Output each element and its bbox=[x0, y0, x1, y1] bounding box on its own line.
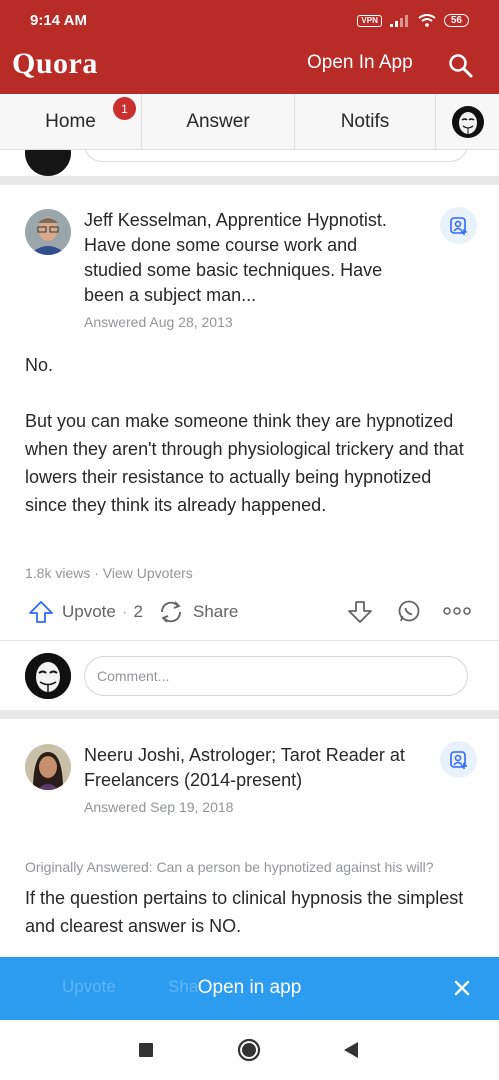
card-divider bbox=[0, 176, 499, 185]
battery-indicator: 56 bbox=[443, 14, 469, 27]
wifi-icon bbox=[418, 14, 436, 27]
vpn-indicator: VPN bbox=[357, 14, 382, 27]
profile-avatar bbox=[451, 106, 484, 138]
answer-action-bar: Upvote · 2 Share bbox=[0, 586, 499, 636]
recents-icon[interactable] bbox=[139, 1043, 153, 1057]
tab-notifs-label: Notifs bbox=[340, 111, 390, 132]
open-in-app-link[interactable]: Open In App bbox=[307, 52, 413, 74]
tab-answer-label: Answer bbox=[186, 111, 250, 132]
answer-date[interactable]: Answered Sep 19, 2018 bbox=[84, 799, 233, 815]
tab-notifs[interactable]: Notifs bbox=[295, 94, 436, 150]
open-in-app-button[interactable]: Open in app bbox=[0, 977, 499, 999]
upvote-count: 2 bbox=[133, 602, 144, 621]
upvote-button[interactable]: Upvote · 2 bbox=[28, 600, 143, 624]
share-label: Share bbox=[193, 602, 239, 621]
back-icon[interactable] bbox=[342, 1041, 360, 1059]
status-bar: 9:14 AM VPN 56 bbox=[0, 0, 499, 40]
follow-author-button[interactable] bbox=[440, 207, 477, 244]
comment-avatar[interactable] bbox=[25, 653, 71, 699]
add-person-icon bbox=[449, 216, 467, 235]
card-divider bbox=[0, 710, 499, 719]
dot-separator: · bbox=[121, 602, 128, 621]
previous-comment-row bbox=[0, 150, 499, 178]
more-options-icon[interactable] bbox=[443, 605, 471, 617]
author-avatar-jeff[interactable] bbox=[25, 209, 71, 255]
home-icon[interactable] bbox=[237, 1038, 261, 1062]
add-person-icon bbox=[449, 750, 467, 769]
follow-author-button[interactable] bbox=[440, 741, 477, 778]
comment-avatar-previous bbox=[25, 150, 71, 176]
open-in-app-banner[interactable]: Upvote Sha Open in app bbox=[0, 957, 499, 1020]
app-header: 9:14 AM VPN 56 Quora Open In App bbox=[0, 0, 499, 94]
author-credential[interactable]: Jeff Kesselman, Apprentice Hypnotist. Ha… bbox=[84, 208, 414, 308]
signal-icon bbox=[389, 14, 408, 27]
originally-answered[interactable]: Originally Answered: Can a person be hyp… bbox=[25, 859, 434, 875]
share-button[interactable]: Share bbox=[158, 600, 238, 624]
system-nav-bar bbox=[0, 1020, 499, 1080]
share-icon bbox=[161, 601, 181, 623]
author-avatar-neeru[interactable] bbox=[25, 744, 71, 790]
close-icon[interactable] bbox=[451, 977, 473, 999]
comment-input[interactable]: Comment... bbox=[84, 656, 468, 696]
comment-input-previous[interactable] bbox=[84, 150, 468, 162]
upvote-arrow-icon bbox=[29, 601, 53, 623]
answer-date[interactable]: Answered Aug 28, 2013 bbox=[84, 314, 233, 330]
answer-paragraph: No. bbox=[25, 355, 54, 375]
search-icon[interactable] bbox=[448, 53, 474, 79]
tab-home-label: Home bbox=[45, 111, 96, 132]
quora-logo[interactable]: Quora bbox=[12, 47, 98, 81]
answer-paragraph: But you can make someone think they are … bbox=[25, 411, 464, 515]
upvote-label: Upvote bbox=[62, 602, 116, 621]
status-time: 9:14 AM bbox=[30, 12, 87, 29]
downvote-icon[interactable] bbox=[347, 599, 373, 625]
answer-stats[interactable]: 1.8k views · View Upvoters bbox=[25, 565, 193, 581]
main-nav: Home 1 Answer Notifs bbox=[0, 94, 499, 150]
answer-paragraph: If the question pertains to clinical hyp… bbox=[25, 888, 464, 936]
whatsapp-icon[interactable] bbox=[396, 599, 422, 625]
tab-profile[interactable] bbox=[436, 94, 499, 150]
tab-answer[interactable]: Answer bbox=[142, 94, 295, 150]
notification-badge: 1 bbox=[113, 97, 136, 120]
status-icons: VPN 56 bbox=[357, 14, 469, 27]
comment-row: Comment... bbox=[0, 640, 499, 710]
author-credential[interactable]: Neeru Joshi, Astrologer; Tarot Reader at… bbox=[84, 743, 414, 793]
tab-home[interactable]: Home 1 bbox=[0, 94, 142, 150]
